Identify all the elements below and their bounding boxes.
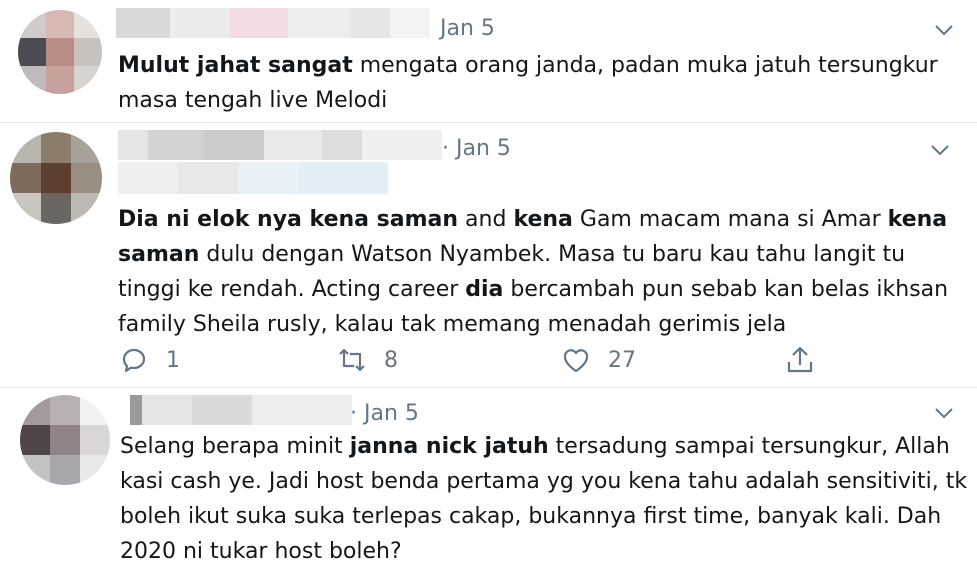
reply-button[interactable]: 1	[118, 344, 180, 376]
tweet-text: Mulut jahat sangat mengata orang janda, …	[118, 48, 938, 118]
highlighted-text: Dia ni elok nya kena saman	[118, 207, 459, 232]
text-segment: mengata orang janda, padan muka jatuh te…	[352, 53, 938, 78]
author-name-blurred[interactable]	[118, 130, 442, 160]
tweet-date[interactable]: Jan 5	[440, 16, 495, 41]
author-handle-blurred[interactable]	[118, 162, 388, 194]
retweet-button[interactable]: 8	[336, 344, 398, 376]
heart-icon	[563, 349, 589, 373]
chevron-down-icon[interactable]	[932, 401, 956, 425]
text-segment: bercambah pun sebab kan belas ikhsan	[503, 277, 949, 302]
text-segment: tinggi ke rendah. Acting career	[118, 277, 466, 302]
highlighted-text: Mulut jahat sangat	[118, 53, 353, 78]
reply-count: 1	[166, 347, 180, 373]
highlighted-text: dia	[465, 277, 504, 302]
tweet-text: Dia ni elok nya kena saman and kena Gam …	[118, 202, 948, 342]
avatar[interactable]	[20, 395, 110, 485]
reply-icon	[122, 348, 146, 373]
highlighted-text: kena	[887, 207, 948, 232]
text-segment: masa tengah live Melodi	[118, 88, 388, 113]
text-segment: dulu dengan Watson Nyambek. Masa tu baru…	[199, 242, 906, 267]
tweet-text-line: Dia ni elok nya kena saman and kena Gam …	[118, 202, 948, 237]
author-name-blurred[interactable]	[130, 395, 352, 425]
tweet-text-line: kasi cash ye. Jadi host benda pertama yg…	[120, 464, 967, 499]
share-icon	[787, 346, 813, 373]
tweet-1[interactable]: Jan 5 Mulut jahat sangat mengata orang j…	[0, 0, 977, 122]
retweet-count: 8	[384, 347, 398, 373]
text-segment: kasi cash ye. Jadi host benda pertama yg…	[120, 469, 968, 494]
text-segment: family Sheila rusly, kalau tak memang me…	[118, 312, 787, 337]
tweet-text-line: family Sheila rusly, kalau tak memang me…	[118, 307, 948, 342]
tweet-date[interactable]: · Jan 5	[442, 136, 511, 161]
highlighted-text: saman	[118, 242, 200, 267]
avatar[interactable]	[18, 10, 102, 94]
tweet-text-line: tinggi ke rendah. Acting career dia berc…	[118, 272, 948, 307]
author-name-blurred[interactable]	[116, 8, 430, 38]
tweet-3[interactable]: · Jan 5 Selang berapa minit janna nick j…	[0, 387, 977, 578]
tweet-2[interactable]: · Jan 5 Dia ni elok nya kena saman and k…	[0, 122, 977, 387]
tweet-text-line: masa tengah live Melodi	[118, 83, 938, 118]
retweet-icon	[339, 348, 365, 372]
tweet-text: Selang berapa minit janna nick jatuh ter…	[120, 429, 967, 569]
tweet-text-line: saman dulu dengan Watson Nyambek. Masa t…	[118, 237, 948, 272]
text-segment: boleh ikut suka suka terlepas cakap, buk…	[120, 504, 942, 529]
like-count: 27	[608, 347, 636, 373]
tweet-text-line: 2020 ni tukar host boleh?	[120, 534, 967, 569]
text-segment: Selang berapa minit	[120, 434, 350, 459]
chevron-down-icon[interactable]	[928, 138, 952, 162]
text-segment: tersadung sampai tersungkur, Allah	[548, 434, 950, 459]
text-segment: Gam macam mana si Amar	[572, 207, 888, 232]
like-button[interactable]: 27	[560, 344, 636, 376]
text-segment: and	[458, 207, 514, 232]
share-button[interactable]	[784, 344, 816, 376]
highlighted-text: kena	[513, 207, 573, 232]
highlighted-text: janna nick jatuh	[349, 434, 549, 459]
tweet-date[interactable]: · Jan 5	[350, 401, 419, 426]
text-segment: 2020 ni tukar host boleh?	[120, 539, 402, 564]
avatar[interactable]	[10, 132, 102, 224]
chevron-down-icon[interactable]	[932, 18, 956, 42]
tweet-text-line: boleh ikut suka suka terlepas cakap, buk…	[120, 499, 967, 534]
tweet-text-line: Selang berapa minit janna nick jatuh ter…	[120, 429, 967, 464]
tweet-text-line: Mulut jahat sangat mengata orang janda, …	[118, 48, 938, 83]
